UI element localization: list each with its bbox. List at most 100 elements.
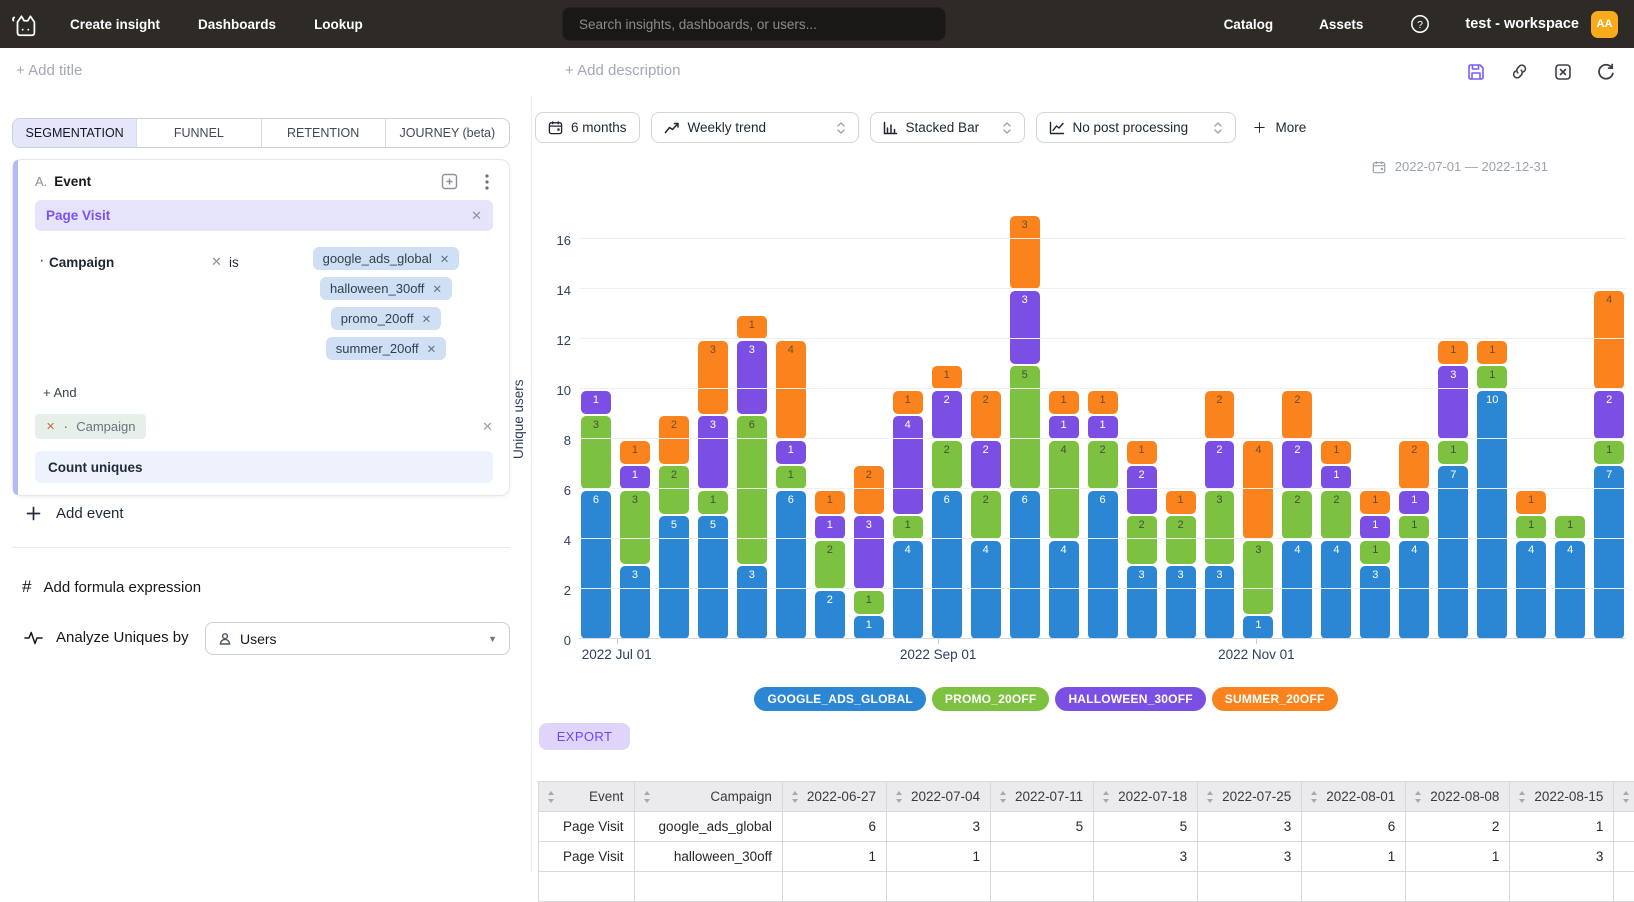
bar-segment-google_ads_global[interactable]: 6 — [1088, 491, 1118, 639]
sort-icon[interactable] — [1622, 790, 1630, 804]
bar-segment-promo_20off[interactable]: 4 — [1049, 441, 1079, 539]
dismiss-pending-filter-icon[interactable]: ✕ — [482, 419, 493, 435]
column-header-2022-07-25[interactable]: 2022-07-25 — [1198, 782, 1302, 812]
bar-segment-halloween_30off[interactable]: 1 — [620, 466, 650, 489]
bar-segment-halloween_30off[interactable]: 2 — [932, 391, 962, 439]
bar-segment-google_ads_global[interactable]: 4 — [1555, 541, 1585, 639]
bar-segment-summer_20off[interactable]: 1 — [1049, 391, 1079, 414]
bar-segment-promo_20off[interactable]: 1 — [854, 591, 884, 614]
bar-segment-summer_20off[interactable]: 2 — [971, 391, 1001, 439]
sort-icon[interactable] — [1102, 790, 1110, 804]
date-range-button[interactable]: 6 months — [535, 112, 640, 143]
bar-segment-halloween_30off[interactable]: 4 — [893, 416, 923, 514]
bar-segment-halloween_30off[interactable]: 1 — [1360, 516, 1390, 539]
bar-segment-halloween_30off[interactable]: 1 — [776, 441, 806, 464]
tab-retention[interactable]: RETENTION — [261, 119, 385, 147]
bar-segment-google_ads_global[interactable]: 5 — [659, 516, 689, 639]
add-formula-button[interactable]: # Add formula expression — [22, 577, 201, 597]
bar-segment-summer_20off[interactable]: 1 — [1438, 341, 1468, 364]
bar-segment-promo_20off[interactable]: 1 — [1594, 441, 1624, 464]
bar-segment-halloween_30off[interactable]: 2 — [971, 441, 1001, 489]
nav-item-dashboards[interactable]: Dashboards — [198, 17, 276, 32]
bar-segment-halloween_30off[interactable]: 3 — [854, 516, 884, 589]
legend-pill-google_ads_global[interactable]: GOOGLE_ADS_GLOBAL — [754, 687, 925, 711]
bar-segment-google_ads_global[interactable]: 5 — [698, 516, 728, 639]
remove-value-icon[interactable]: ✕ — [432, 282, 442, 296]
bar-segment-halloween_30off[interactable]: 1 — [1088, 416, 1118, 439]
sort-icon[interactable] — [1414, 790, 1422, 804]
bar-segment-google_ads_global[interactable]: 6 — [581, 491, 611, 639]
search-input[interactable] — [562, 7, 946, 41]
bar-segment-promo_20off[interactable]: 1 — [698, 491, 728, 514]
bar-segment-promo_20off[interactable]: 1 — [1438, 441, 1468, 464]
column-header-campaign[interactable]: Campaign — [634, 782, 782, 812]
pending-filter-pill[interactable]: ✕ · Campaign — [35, 414, 146, 439]
bar-segment-google_ads_global[interactable]: 1 — [854, 616, 884, 639]
column-header-event[interactable]: Event — [539, 782, 635, 812]
bar-segment-summer_20off[interactable]: 2 — [1282, 391, 1312, 439]
bar-segment-halloween_30off[interactable]: 2 — [1282, 441, 1312, 489]
bar-segment-halloween_30off[interactable]: 2 — [1594, 391, 1624, 439]
bar-segment-google_ads_global[interactable]: 4 — [1049, 541, 1079, 639]
filter-property[interactable]: Campaign — [49, 255, 114, 270]
bar-segment-google_ads_global[interactable]: 4 — [971, 541, 1001, 639]
bar-segment-promo_20off[interactable]: 1 — [893, 516, 923, 539]
bar-segment-summer_20off[interactable]: 1 — [1477, 341, 1507, 364]
column-header-2022-08-22[interactable]: 2022-08-22 — [1614, 782, 1634, 812]
bar-segment-halloween_30off[interactable]: 1 — [815, 516, 845, 539]
legend-pill-summer_20off[interactable]: SUMMER_20OFF — [1212, 687, 1338, 711]
bar-segment-summer_20off[interactable]: 1 — [893, 391, 923, 414]
remove-value-icon[interactable]: ✕ — [427, 342, 437, 356]
bar-segment-summer_20off[interactable]: 1 — [815, 491, 845, 514]
export-button[interactable]: EXPORT — [539, 723, 630, 750]
filter-operator[interactable]: is — [229, 255, 239, 270]
bar-segment-promo_20off[interactable]: 2 — [971, 491, 1001, 539]
sort-icon[interactable] — [643, 790, 651, 804]
legend-pill-halloween_30off[interactable]: HALLOWEEN_30OFF — [1055, 687, 1205, 711]
add-description-field[interactable]: + Add description — [565, 62, 681, 79]
add-event-button[interactable]: Add event — [26, 505, 124, 522]
bar-segment-halloween_30off[interactable]: 1 — [1399, 491, 1429, 514]
copy-link-icon[interactable] — [1509, 61, 1530, 82]
column-header-2022-07-11[interactable]: 2022-07-11 — [991, 782, 1094, 812]
bar-segment-summer_20off[interactable]: 4 — [776, 341, 806, 439]
bar-segment-promo_20off[interactable]: 1 — [1360, 541, 1390, 564]
bar-segment-promo_20off[interactable]: 2 — [1282, 491, 1312, 539]
bar-segment-promo_20off[interactable]: 2 — [815, 541, 845, 589]
bar-segment-halloween_30off[interactable]: 1 — [1049, 416, 1079, 439]
bar-segment-halloween_30off[interactable]: 3 — [1438, 366, 1468, 439]
bar-segment-summer_20off[interactable]: 1 — [1321, 441, 1351, 464]
bar-segment-halloween_30off[interactable]: 3 — [698, 416, 728, 489]
bar-segment-google_ads_global[interactable]: 3 — [1127, 566, 1157, 639]
bar-segment-summer_20off[interactable]: 2 — [659, 416, 689, 464]
bar-segment-summer_20off[interactable]: 1 — [932, 366, 962, 389]
bar-segment-promo_20off[interactable]: 2 — [1166, 516, 1196, 564]
bar-segment-summer_20off[interactable]: 1 — [1166, 491, 1196, 514]
bar-segment-promo_20off[interactable]: 1 — [1399, 516, 1429, 539]
bar-segment-summer_20off[interactable]: 1 — [737, 316, 767, 339]
bar-segment-google_ads_global[interactable]: 2 — [815, 591, 845, 639]
clear-insight-icon[interactable] — [1553, 62, 1573, 82]
bar-segment-halloween_30off[interactable]: 1 — [581, 391, 611, 414]
bar-segment-google_ads_global[interactable]: 4 — [1321, 541, 1351, 639]
bar-segment-google_ads_global[interactable]: 3 — [1166, 566, 1196, 639]
remove-event-icon[interactable]: ✕ — [471, 208, 493, 224]
bar-segment-google_ads_global[interactable]: 7 — [1438, 466, 1468, 639]
bar-segment-halloween_30off[interactable]: 2 — [1205, 441, 1235, 489]
bar-segment-google_ads_global[interactable]: 4 — [893, 541, 923, 639]
bar-segment-summer_20off[interactable]: 2 — [854, 466, 884, 514]
tab-segmentation[interactable]: SEGMENTATION — [13, 119, 136, 147]
bar-segment-google_ads_global[interactable]: 3 — [620, 566, 650, 639]
bar-segment-google_ads_global[interactable]: 3 — [1360, 566, 1390, 639]
bar-segment-promo_20off[interactable]: 2 — [659, 466, 689, 514]
bar-segment-promo_20off[interactable]: 1 — [776, 466, 806, 489]
bar-segment-google_ads_global[interactable]: 4 — [1282, 541, 1312, 639]
bar-segment-promo_20off[interactable]: 3 — [1205, 491, 1235, 564]
bar-segment-promo_20off[interactable]: 2 — [932, 441, 962, 489]
bar-segment-google_ads_global[interactable]: 10 — [1477, 391, 1507, 639]
bar-segment-summer_20off[interactable]: 1 — [1088, 391, 1118, 414]
column-header-2022-07-18[interactable]: 2022-07-18 — [1094, 782, 1198, 812]
workspace-name[interactable]: test - workspace — [1465, 16, 1579, 32]
bar-segment-summer_20off[interactable]: 1 — [1516, 491, 1546, 514]
nav-item-lookup[interactable]: Lookup — [314, 17, 363, 32]
